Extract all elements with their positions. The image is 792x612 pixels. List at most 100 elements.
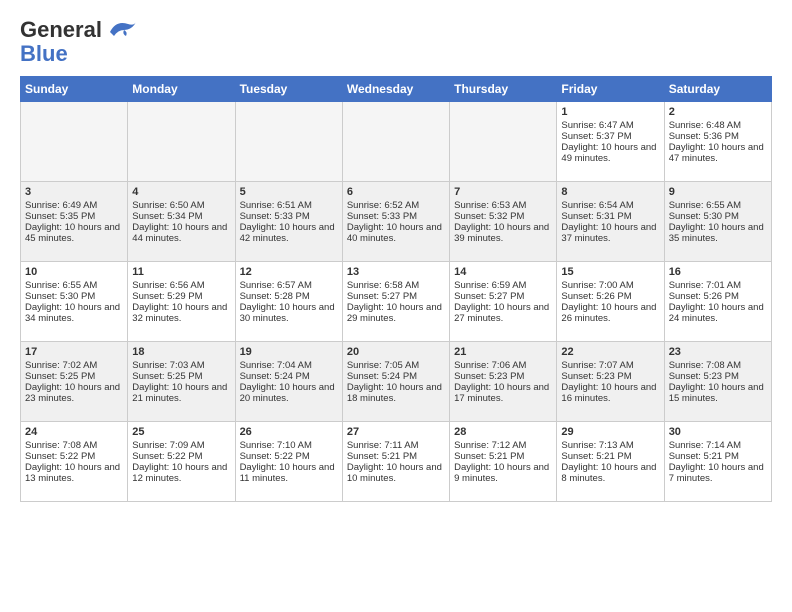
day-number: 17 [25,346,123,358]
daylight-text: Daylight: 10 hours and 30 minutes. [240,302,335,324]
calendar-cell: 29Sunrise: 7:13 AMSunset: 5:21 PMDayligh… [557,422,664,502]
day-number: 30 [669,426,767,438]
calendar-cell: 27Sunrise: 7:11 AMSunset: 5:21 PMDayligh… [342,422,449,502]
sunrise-text: Sunrise: 7:12 AM [454,440,526,451]
daylight-text: Daylight: 10 hours and 39 minutes. [454,222,549,244]
day-header-wednesday: Wednesday [342,77,449,102]
calendar-cell: 24Sunrise: 7:08 AMSunset: 5:22 PMDayligh… [21,422,128,502]
sunrise-text: Sunrise: 6:51 AM [240,200,312,211]
day-header-sunday: Sunday [21,77,128,102]
calendar-cell: 17Sunrise: 7:02 AMSunset: 5:25 PMDayligh… [21,342,128,422]
calendar-cell: 7Sunrise: 6:53 AMSunset: 5:32 PMDaylight… [450,182,557,262]
sunrise-text: Sunrise: 6:59 AM [454,280,526,291]
calendar-cell: 20Sunrise: 7:05 AMSunset: 5:24 PMDayligh… [342,342,449,422]
sunset-text: Sunset: 5:22 PM [132,451,202,462]
sunrise-text: Sunrise: 6:55 AM [669,200,741,211]
sunset-text: Sunset: 5:30 PM [25,291,95,302]
daylight-text: Daylight: 10 hours and 21 minutes. [132,382,227,404]
sunrise-text: Sunrise: 7:04 AM [240,360,312,371]
daylight-text: Daylight: 10 hours and 26 minutes. [561,302,656,324]
calendar-cell: 10Sunrise: 6:55 AMSunset: 5:30 PMDayligh… [21,262,128,342]
sunrise-text: Sunrise: 6:49 AM [25,200,97,211]
daylight-text: Daylight: 10 hours and 29 minutes. [347,302,442,324]
calendar-cell: 22Sunrise: 7:07 AMSunset: 5:23 PMDayligh… [557,342,664,422]
sunrise-text: Sunrise: 7:13 AM [561,440,633,451]
day-number: 22 [561,346,659,358]
daylight-text: Daylight: 10 hours and 42 minutes. [240,222,335,244]
sunrise-text: Sunrise: 6:58 AM [347,280,419,291]
day-number: 25 [132,426,230,438]
sunset-text: Sunset: 5:33 PM [240,211,310,222]
day-header-friday: Friday [557,77,664,102]
calendar-cell: 1Sunrise: 6:47 AMSunset: 5:37 PMDaylight… [557,102,664,182]
week-row: 17Sunrise: 7:02 AMSunset: 5:25 PMDayligh… [21,342,772,422]
calendar-cell: 13Sunrise: 6:58 AMSunset: 5:27 PMDayligh… [342,262,449,342]
day-number: 23 [669,346,767,358]
daylight-text: Daylight: 10 hours and 45 minutes. [25,222,120,244]
sunrise-text: Sunrise: 6:47 AM [561,120,633,131]
day-number: 3 [25,186,123,198]
day-number: 19 [240,346,338,358]
sunset-text: Sunset: 5:22 PM [240,451,310,462]
calendar-cell: 4Sunrise: 6:50 AMSunset: 5:34 PMDaylight… [128,182,235,262]
sunset-text: Sunset: 5:25 PM [132,371,202,382]
sunset-text: Sunset: 5:27 PM [454,291,524,302]
sunset-text: Sunset: 5:29 PM [132,291,202,302]
sunset-text: Sunset: 5:36 PM [669,131,739,142]
sunrise-text: Sunrise: 7:09 AM [132,440,204,451]
sunrise-text: Sunrise: 7:01 AM [669,280,741,291]
daylight-text: Daylight: 10 hours and 27 minutes. [454,302,549,324]
sunset-text: Sunset: 5:34 PM [132,211,202,222]
day-number: 11 [132,266,230,278]
sunrise-text: Sunrise: 7:05 AM [347,360,419,371]
day-header-saturday: Saturday [664,77,771,102]
day-number: 9 [669,186,767,198]
daylight-text: Daylight: 10 hours and 13 minutes. [25,462,120,484]
calendar-cell [235,102,342,182]
day-number: 16 [669,266,767,278]
daylight-text: Daylight: 10 hours and 37 minutes. [561,222,656,244]
day-header-thursday: Thursday [450,77,557,102]
daylight-text: Daylight: 10 hours and 7 minutes. [669,462,764,484]
day-number: 28 [454,426,552,438]
sunrise-text: Sunrise: 7:06 AM [454,360,526,371]
week-row: 3Sunrise: 6:49 AMSunset: 5:35 PMDaylight… [21,182,772,262]
daylight-text: Daylight: 10 hours and 49 minutes. [561,142,656,164]
calendar-page: General Blue SundayMondayTuesdayWednesda… [0,0,792,512]
day-number: 10 [25,266,123,278]
day-number: 6 [347,186,445,198]
logo-bird-icon [106,18,138,40]
daylight-text: Daylight: 10 hours and 20 minutes. [240,382,335,404]
daylight-text: Daylight: 10 hours and 16 minutes. [561,382,656,404]
sunset-text: Sunset: 5:26 PM [669,291,739,302]
sunset-text: Sunset: 5:21 PM [561,451,631,462]
calendar-cell: 5 Sunrise: 6:51 AMSunset: 5:33 PMDaylight… [235,182,342,262]
calendar-cell: 11Sunrise: 6:56 AMSunset: 5:29 PMDayligh… [128,262,235,342]
week-row: 24Sunrise: 7:08 AMSunset: 5:22 PMDayligh… [21,422,772,502]
sunrise-text: Sunrise: 6:50 AM [132,200,204,211]
day-number: 7 [454,186,552,198]
daylight-text: Daylight: 10 hours and 32 minutes. [132,302,227,324]
daylight-text: Daylight: 10 hours and 40 minutes. [347,222,442,244]
day-number: 27 [347,426,445,438]
daylight-text: Daylight: 10 hours and 23 minutes. [25,382,120,404]
logo: General Blue [20,18,138,66]
sunset-text: Sunset: 5:27 PM [347,291,417,302]
day-number: 12 [240,266,338,278]
calendar-cell: 15Sunrise: 7:00 AMSunset: 5:26 PMDayligh… [557,262,664,342]
day-number: 21 [454,346,552,358]
sunrise-text: Sunrise: 6:53 AM [454,200,526,211]
sunrise-text: Sunrise: 7:11 AM [347,440,419,451]
sunset-text: Sunset: 5:35 PM [25,211,95,222]
calendar-table: SundayMondayTuesdayWednesdayThursdayFrid… [20,76,772,502]
sunrise-text: Sunrise: 6:52 AM [347,200,419,211]
sunset-text: Sunset: 5:24 PM [347,371,417,382]
day-number: 5 [240,186,338,198]
day-number: 26 [240,426,338,438]
daylight-text: Daylight: 10 hours and 17 minutes. [454,382,549,404]
sunset-text: Sunset: 5:21 PM [454,451,524,462]
calendar-cell: 28Sunrise: 7:12 AMSunset: 5:21 PMDayligh… [450,422,557,502]
calendar-cell [450,102,557,182]
daylight-text: Daylight: 10 hours and 8 minutes. [561,462,656,484]
sunset-text: Sunset: 5:24 PM [240,371,310,382]
